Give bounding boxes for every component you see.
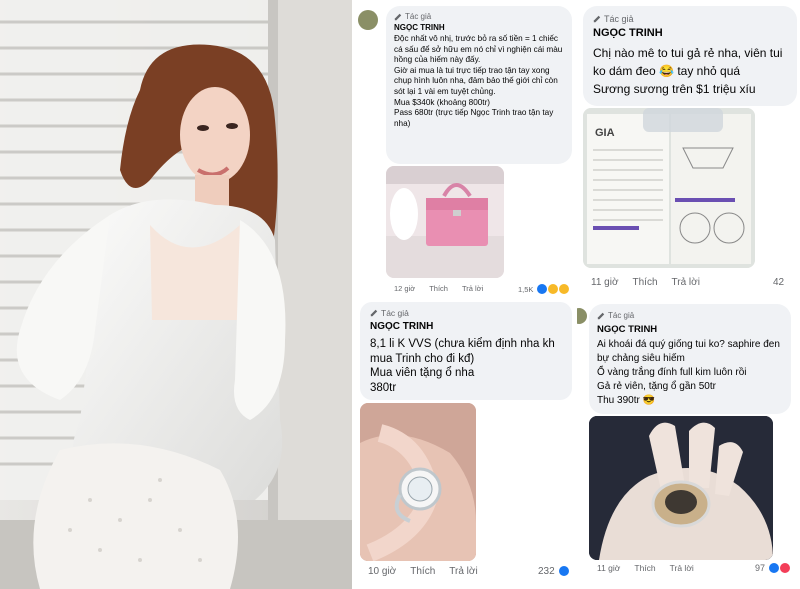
comment-card-2: Tác giả NGỌC TRINH Chị nào mê to tui gả … [577,0,800,300]
comment-card-3: Tác giả NGỌC TRINH 8,1 li K VVS (chưa ki… [354,300,576,589]
reply-button[interactable]: Trả lời [672,277,700,288]
comment-text: Chị nào mê to tui gả rẻ nha, viên tui ko… [593,46,783,96]
author-avatar[interactable] [577,308,587,324]
reaction-summary[interactable]: 1,5K [518,283,571,295]
comment-card-1: Tác giả NGỌC TRINH Độc nhất vô nhị, trướ… [354,0,576,300]
reaction-summary[interactable]: 42 [773,277,784,288]
author-name[interactable]: NGỌC TRINH [370,321,433,332]
comment-time: 11 giờ [591,277,619,288]
reaction-count: 232 [538,565,555,577]
sapphire-ring-illustration [589,416,773,560]
like-button[interactable]: Thích [633,277,658,288]
photo-illustration [0,0,352,589]
comment-time: 11 giờ [597,563,621,573]
author-tag-label: Tác giả [608,311,635,320]
author-name[interactable]: NGỌC TRINH [394,23,445,32]
pink-handbag-photo[interactable] [386,166,504,278]
author-tag: Tác giả [593,14,634,24]
ring-illustration [360,403,476,561]
reply-button[interactable]: Trả lời [449,566,477,577]
like-button[interactable]: Thích [429,284,448,293]
author-tag: Tác giả [597,311,634,320]
reaction-count: 1,5K [518,284,534,294]
wow-reaction-icon [558,283,571,295]
author-tag: Tác giả [394,12,431,21]
reply-button[interactable]: Trả lời [670,563,694,573]
like-button[interactable]: Thích [410,566,435,577]
pencil-icon [370,309,378,317]
reaction-summary[interactable]: 97 [755,562,792,574]
diamond-ring-photo[interactable] [360,403,476,561]
comment-text: Ai khoái đá quý giống tui ko? saphire đe… [597,339,780,406]
pencil-icon [593,15,601,23]
pencil-icon [394,13,402,20]
comment-actions: 12 giờ Thích Trả lời [394,284,497,293]
author-tag: Tác giả [370,308,409,318]
comment-text: 8,1 li K VVS (chưa kiểm định nha kh mua … [370,338,555,394]
reaction-summary[interactable]: 232 [538,565,570,577]
like-button[interactable]: Thích [634,563,655,573]
author-tag-label: Tác giả [604,14,634,24]
like-reaction-icon [557,565,570,577]
pencil-icon [597,312,605,319]
reaction-count: 42 [773,277,785,288]
woman-photo [0,0,352,589]
comment-actions: 11 giờ Thích Trả lời [591,277,714,288]
certificate-illustration: GIA [583,108,755,268]
comment-bubble: Tác giả NGỌC TRINH Độc nhất vô nhị, trướ… [386,6,572,164]
love-reaction-icon [779,562,792,574]
handbag-illustration [386,166,504,278]
author-tag-label: Tác giả [405,12,432,21]
comment-time: 12 giờ [394,284,416,293]
author-avatar[interactable] [358,10,378,30]
comment-bubble: Tác giả NGỌC TRINH 8,1 li K VVS (chưa ki… [360,302,572,400]
comment-time: 10 giờ [368,566,397,577]
author-name[interactable]: NGỌC TRINH [597,324,657,335]
comment-card-4: Tác giả NGỌC TRINH Ai khoái đá quý giống… [577,300,800,589]
sapphire-ring-photo[interactable] [589,416,773,560]
author-name[interactable]: NGỌC TRINH [593,27,663,39]
gia-logo-text: GIA [595,127,615,139]
comment-actions: 10 giờ Thích Trả lời [368,566,492,577]
gia-certificate-photo[interactable]: GIA [583,108,755,268]
comment-bubble: Tác giả NGỌC TRINH Ai khoái đá quý giống… [589,304,791,414]
author-tag-label: Tác giả [381,308,409,318]
comment-actions: 11 giờ Thích Trả lời [597,563,708,573]
reaction-count: 97 [755,563,766,573]
comment-bubble: Tác giả NGỌC TRINH Chị nào mê to tui gả … [583,6,797,106]
comment-text: Độc nhất vô nhị, trước bỏ ra số tiền = 1… [394,34,563,128]
reply-button[interactable]: Trả lời [462,284,483,293]
